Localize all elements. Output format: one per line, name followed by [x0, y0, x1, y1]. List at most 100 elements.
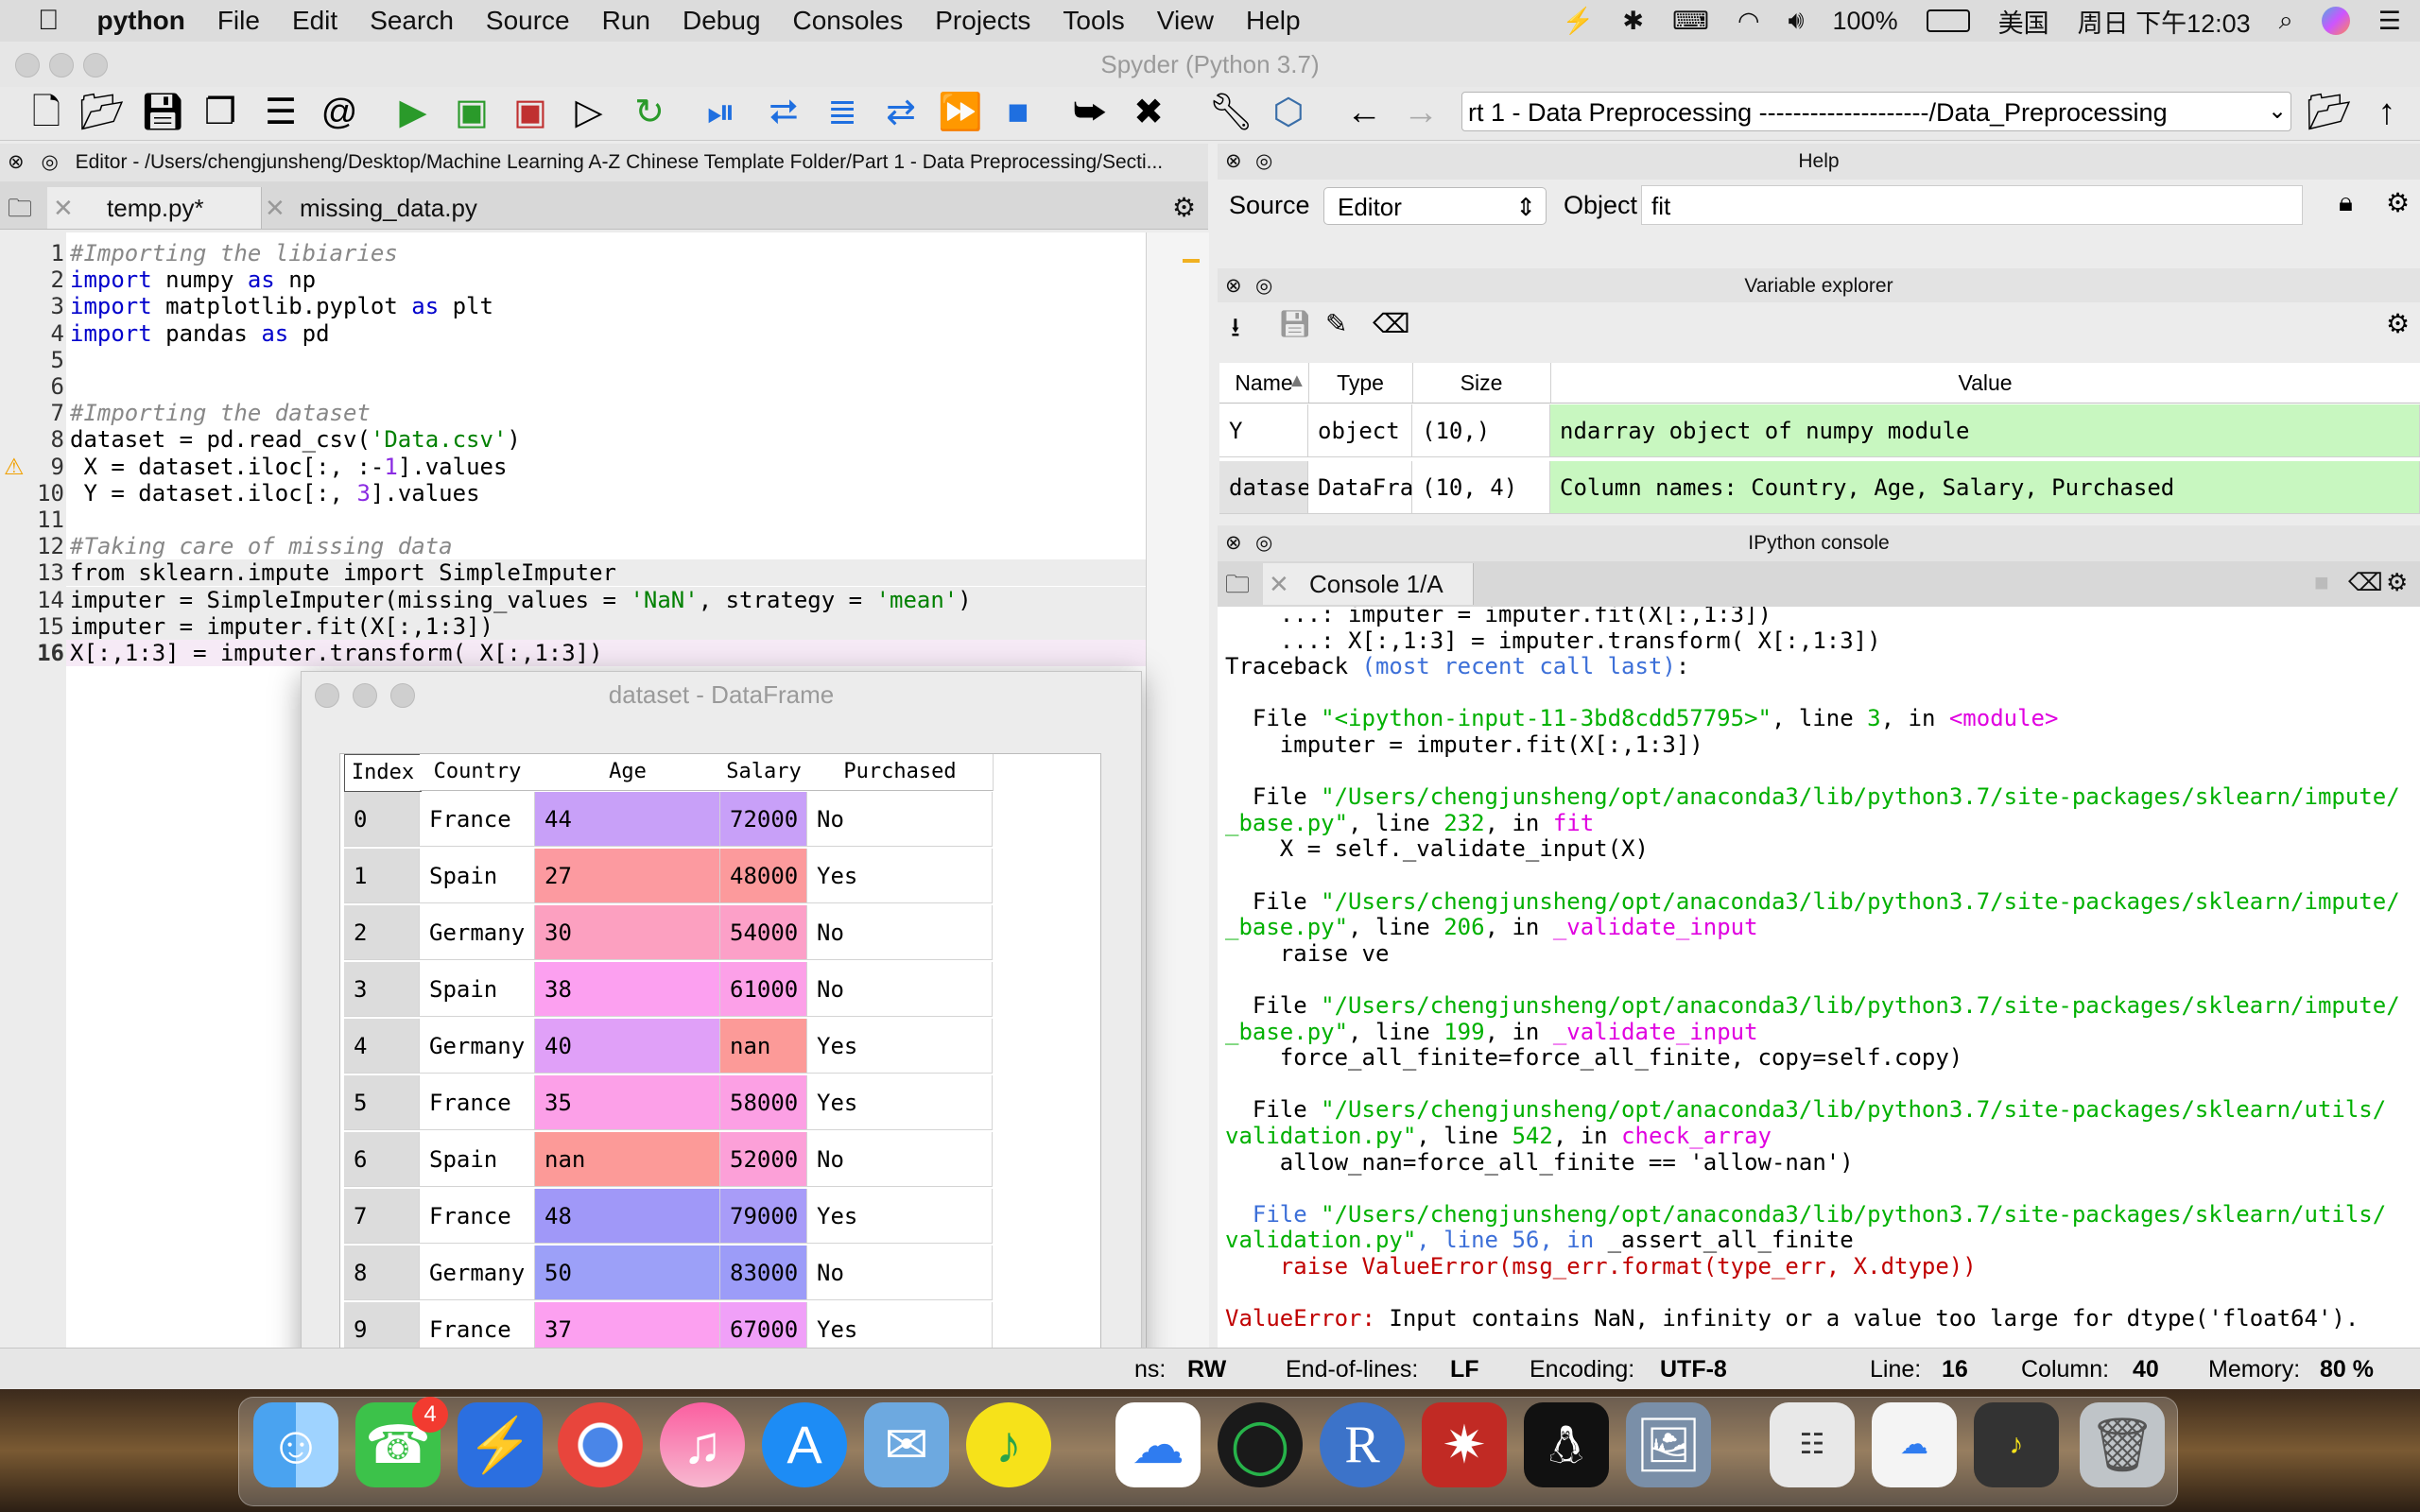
table-cell[interactable]: France [420, 1189, 535, 1244]
table-cell[interactable]: Yes [807, 1019, 993, 1074]
table-cell[interactable]: 79000 [720, 1189, 807, 1244]
row-index[interactable]: 6 [344, 1132, 420, 1187]
table-cell[interactable]: Yes [807, 849, 993, 903]
table-cell[interactable]: 40 [535, 1019, 720, 1074]
table-cell[interactable]: 30 [535, 905, 720, 960]
battery-icon[interactable] [1926, 9, 1970, 32]
close-tab-icon[interactable]: ✕ [265, 194, 285, 222]
column-header[interactable]: Purchased [807, 754, 994, 791]
row-index[interactable]: 0 [344, 792, 420, 847]
undock-pane-icon[interactable]: ◎ [41, 151, 58, 173]
menu-file[interactable]: File [217, 6, 260, 36]
table-cell[interactable]: 52000 [720, 1132, 807, 1187]
variable-cell[interactable]: ndarray object of numpy module [1550, 404, 2420, 457]
table-cell[interactable]: France [420, 792, 535, 847]
gear-icon[interactable]: ⚙ [2386, 561, 2408, 603]
run-icon[interactable]: ▶ [391, 91, 435, 134]
run-cell-advance-icon[interactable]: ▣ [509, 91, 552, 134]
table-cell[interactable]: No [807, 792, 993, 847]
table-cell[interactable]: nan [720, 1019, 807, 1074]
r-language-icon[interactable]: R [1320, 1402, 1405, 1487]
table-cell[interactable]: France [420, 1075, 535, 1130]
table-cell[interactable]: Germany [420, 1019, 535, 1074]
table-cell[interactable]: Spain [420, 962, 535, 1017]
run-selection-icon[interactable]: ▷ [567, 91, 611, 134]
wifi-icon[interactable]: ◠ [1737, 7, 1760, 36]
preview-icon[interactable]: 🖼︎ [1626, 1402, 1711, 1487]
close-pane-icon[interactable]: ⊗ [1225, 268, 1242, 304]
baidu-netdisk-icon[interactable]: ☁ [1115, 1402, 1201, 1487]
tab-console-1a[interactable]: ✕ Console 1/A [1263, 563, 1474, 605]
eraser-icon[interactable]: ⌫ [1373, 308, 1410, 339]
close-tab-icon[interactable]: ✕ [1269, 570, 1289, 598]
qq-penguin-icon[interactable]: 🐧︎ [1524, 1402, 1609, 1487]
tab-missing-data-py[interactable]: ✕ missing_data.py [265, 187, 492, 229]
sort-ascending-icon[interactable]: ▲ [1288, 370, 1306, 392]
close-pane-icon[interactable]: ⊗ [8, 151, 25, 173]
dataframe-table[interactable]: Index Country Age Salary Purchased 0 France 44 7… [339, 753, 1101, 1360]
menu-help[interactable]: Help [1246, 6, 1301, 36]
stop-kernel-icon[interactable]: ■ [2314, 561, 2329, 603]
row-index[interactable]: 5 [344, 1075, 420, 1130]
undock-pane-icon[interactable]: ◎ [1255, 144, 1272, 180]
save-icon[interactable]: 💾︎ [140, 91, 185, 134]
outline-list-icon[interactable]: ☰ [259, 91, 302, 134]
circle-app-icon[interactable]: ◯ [1218, 1402, 1303, 1487]
screen-thumbnail-icon[interactable]: ♪ [1974, 1402, 2059, 1487]
table-cell[interactable]: 58000 [720, 1075, 807, 1130]
row-index[interactable]: 3 [344, 962, 420, 1017]
browse-folder-icon[interactable]: 📂︎ [2307, 91, 2352, 134]
tab-temp-py[interactable]: ✕ temp.py* [47, 187, 262, 229]
bolt-icon[interactable]: ⚡ [1563, 6, 1595, 36]
step-icon[interactable]: ⮂ [762, 91, 805, 134]
variable-cell[interactable]: dataset [1219, 461, 1324, 514]
table-cell[interactable]: nan [535, 1132, 720, 1187]
variable-cell[interactable]: DataFrame [1308, 461, 1441, 514]
table-cell[interactable]: No [807, 905, 993, 960]
step-into-icon[interactable]: ≣ [821, 91, 864, 134]
maximize-pane-icon[interactable]: ⮩ [1068, 91, 1112, 134]
chevron-down-icon[interactable]: ⌄ [2263, 92, 2291, 131]
menu-search[interactable]: Search [370, 6, 454, 36]
clock[interactable]: 周日 下午12:03 [2078, 3, 2251, 40]
menu-app-name[interactable]: python [97, 6, 185, 36]
table-cell[interactable]: Germany [420, 1246, 535, 1300]
menu-projects[interactable]: Projects [935, 6, 1030, 36]
parent-directory-icon[interactable]: ↑ [2365, 91, 2409, 134]
undock-pane-icon[interactable]: ◎ [1255, 525, 1272, 561]
table-cell[interactable]: 35 [535, 1075, 720, 1130]
console-output[interactable]: ...: imputer = imputer.fit(X[:,1:3]) ...… [1218, 607, 2420, 1348]
undock-pane-icon[interactable]: ◎ [1255, 268, 1272, 304]
variable-cell[interactable]: object [1308, 404, 1412, 457]
gear-icon[interactable]: ⚙ [2386, 187, 2410, 218]
table-cell[interactable]: 54000 [720, 905, 807, 960]
table-cell[interactable]: Germany [420, 905, 535, 960]
menu-debug[interactable]: Debug [683, 6, 761, 36]
table-cell[interactable]: 50 [535, 1246, 720, 1300]
working-directory-input[interactable]: rt 1 - Data Preprocessing --------------… [1461, 92, 2291, 131]
close-pane-icon[interactable]: ⊗ [1225, 525, 1242, 561]
window-thumbnail-icon[interactable]: ☁ [1872, 1402, 1957, 1487]
bluetooth-icon[interactable]: ✱ [1622, 7, 1644, 36]
minimize-window-button[interactable] [49, 53, 74, 77]
row-index[interactable]: 7 [344, 1189, 420, 1244]
open-file-icon[interactable]: 📂︎ [79, 91, 125, 134]
table-cell[interactable]: No [807, 962, 993, 1017]
row-index[interactable]: 2 [344, 905, 420, 960]
table-cell[interactable]: 72000 [720, 792, 807, 847]
row-index[interactable]: 4 [344, 1019, 420, 1074]
close-tab-icon[interactable]: ✕ [53, 194, 74, 222]
table-cell[interactable]: No [807, 1246, 993, 1300]
editor-scrollbar[interactable] [1146, 232, 1209, 1348]
python-path-icon[interactable]: ⬡ [1267, 91, 1310, 134]
variable-table[interactable]: Name Type Size Value ▲ Yobject (10,) ndarray ob… [1219, 363, 2420, 514]
step-return-icon[interactable]: ⇄ [879, 91, 923, 134]
import-data-icon[interactable]: ⭳ [1231, 308, 1240, 353]
qq-music-icon[interactable]: ♪ [966, 1402, 1051, 1487]
warning-icon[interactable]: ⚠ [4, 454, 25, 481]
close-window-button[interactable] [15, 53, 40, 77]
xlsx-document-icon[interactable]: ☷ [1770, 1402, 1855, 1487]
column-header[interactable]: Type [1308, 363, 1413, 404]
debug-icon[interactable]: ⏯ [700, 91, 743, 134]
fullscreen-icon[interactable]: ✖ [1127, 91, 1170, 134]
